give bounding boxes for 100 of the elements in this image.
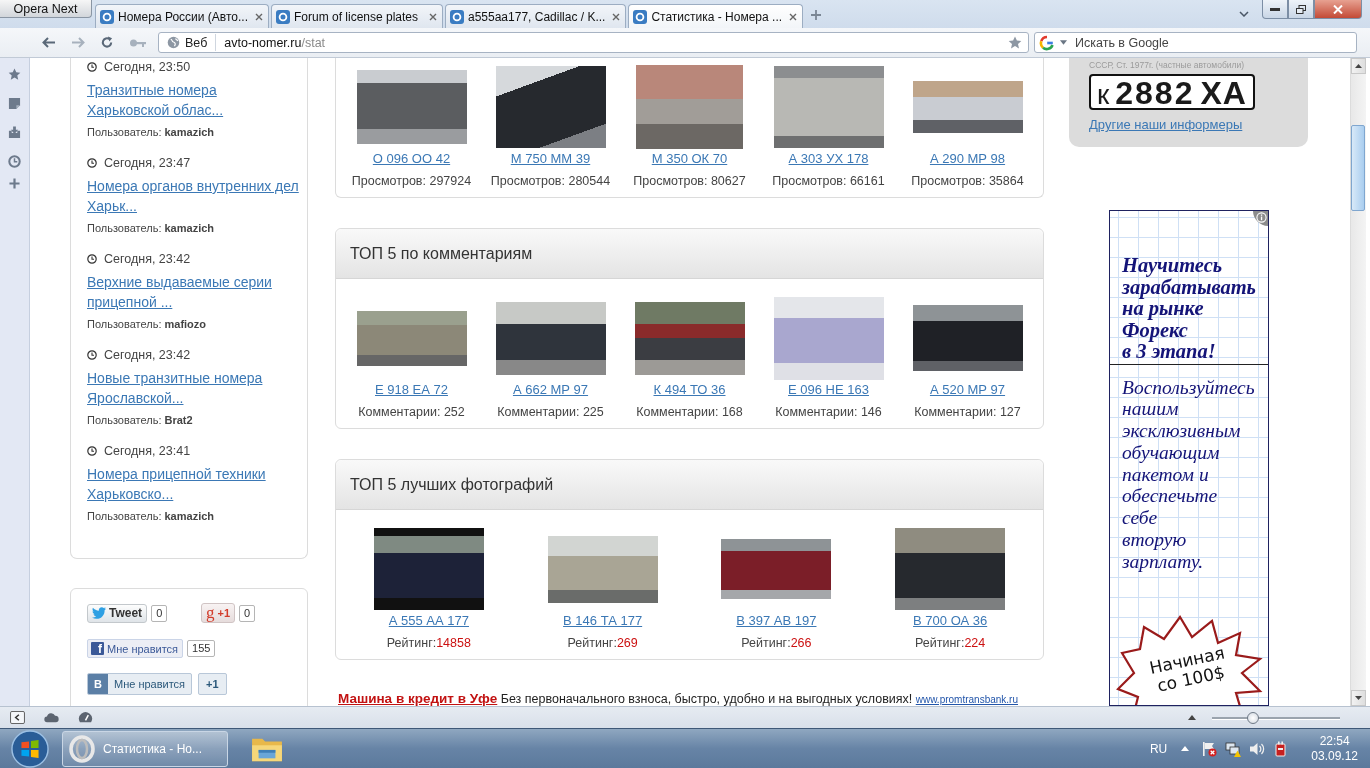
panel-toggle-icon[interactable]	[10, 711, 25, 724]
ad-url-link[interactable]: www.promtransbank.ru	[915, 694, 1018, 705]
reload-icon[interactable]	[100, 36, 114, 49]
caret-icon[interactable]	[1239, 11, 1249, 17]
banner-headline: Научитесь зарабатывать на рынке Форекс в 3 этапа!	[1122, 255, 1257, 363]
stat-count: Просмотров: 80627	[633, 173, 746, 190]
back-arrow-icon[interactable]	[42, 36, 56, 49]
download-tray-icon[interactable]	[8, 126, 21, 139]
stat-count: Просмотров: 35864	[911, 173, 1024, 190]
plus-icon[interactable]	[811, 10, 822, 20]
scroll-up-button[interactable]	[1351, 58, 1366, 74]
plate-link[interactable]: К 494 ТО 36	[653, 381, 726, 399]
clock-icon[interactable]	[8, 155, 21, 168]
web-mode-button[interactable]: Веб	[167, 34, 217, 51]
stat-count: Комментарии: 146	[775, 404, 882, 421]
scroll-down-button[interactable]	[1351, 690, 1366, 706]
photo-placeholder[interactable]	[495, 66, 606, 148]
photo-placeholder[interactable]	[912, 305, 1023, 371]
language-indicator[interactable]: RU	[1149, 741, 1168, 756]
license-plate: к 2882 ХА	[1089, 74, 1255, 110]
plate-link[interactable]: В 700 ОА 36	[913, 612, 988, 630]
plus-icon[interactable]	[9, 178, 20, 189]
plate-link[interactable]: А 290 МР 98	[929, 150, 1006, 168]
ring-icon	[69, 734, 95, 763]
cloud-icon[interactable]	[44, 711, 59, 724]
stat-count: Просмотров: 297924	[351, 173, 472, 190]
ad-link[interactable]: Машина в кредит в Уфе	[338, 691, 498, 706]
zoom-slider[interactable]	[1212, 711, 1340, 724]
banner-body: Воспользуйтесь нашим эксклюзивным обучающим пакетом и обеспечьте себе вторую зарплату.	[1121, 375, 1256, 573]
triangle-up-icon	[1355, 64, 1362, 68]
star-icon[interactable]	[8, 68, 21, 81]
close-icon[interactable]	[789, 12, 798, 21]
plate-link[interactable]: Е 096 НЕ 163	[788, 381, 869, 399]
post-link[interactable]: Транзитные номера Харьковской облас...	[87, 80, 301, 120]
bookmark-star-icon[interactable]	[1008, 36, 1022, 49]
scrollbar-thumb[interactable]	[1351, 125, 1365, 211]
search-field[interactable]: Искать в Google	[1034, 32, 1357, 53]
post-author: Пользователь: kamazich	[87, 125, 216, 140]
zoom-slider-thumb[interactable]	[1246, 711, 1259, 724]
post-link[interactable]: Номера органов внутренних дел Харьк...	[87, 176, 301, 216]
clock-date[interactable]: 03.09.12	[1311, 748, 1358, 764]
post-link[interactable]: Верхние выдаваемые серии прицепной ...	[87, 272, 301, 312]
ad-banner[interactable]: Научитесь зарабатывать на рынке Форекс в 3 этапа! Воспользуйтесь нашим эксклюзивным обучающим пакетом и обеспечьте себе вторую зарплату. Начиная со 100$	[1109, 210, 1269, 706]
opera-menu-button[interactable]: Opera Next	[0, 0, 92, 18]
share-count: 0	[239, 604, 256, 622]
site-icon	[276, 9, 290, 24]
informer-link[interactable]: Другие наши информеры	[1089, 117, 1298, 133]
speedometer-icon[interactable]	[78, 711, 93, 724]
browser-tab[interactable]: Forum of license plates	[271, 4, 443, 28]
triangle-up-icon[interactable]	[1188, 715, 1196, 720]
maximize-button[interactable]	[1288, 0, 1314, 19]
close-button[interactable]	[1314, 0, 1362, 19]
photo-placeholder[interactable]	[634, 301, 745, 375]
close-icon[interactable]	[255, 12, 263, 21]
plate-link[interactable]: А 520 МР 97	[929, 381, 1006, 399]
photo-placeholder[interactable]	[495, 301, 606, 375]
clock-icon	[87, 350, 97, 360]
note-icon[interactable]	[8, 97, 21, 110]
close-icon[interactable]	[612, 12, 621, 21]
plate-link[interactable]: В 397 АВ 197	[736, 612, 817, 630]
plate-link[interactable]: В 146 ТА 177	[563, 612, 643, 630]
ad-text: Машина в кредит в Уфе Без первоначального взноса, быстро, удобно и на выгодных условиях! www.promtransbank.ru	[337, 691, 1019, 706]
close-icon[interactable]	[429, 12, 437, 21]
scrollbar-track[interactable]	[1350, 58, 1366, 706]
triangle-up-icon[interactable]	[1181, 746, 1190, 751]
plate-link[interactable]: А 303 УХ 178	[788, 150, 869, 168]
photo-placeholder[interactable]	[373, 528, 484, 610]
clock-time[interactable]: 22:54	[1319, 733, 1350, 749]
post-link[interactable]: Новые транзитные номера Ярославской...	[87, 368, 301, 408]
flag-icon[interactable]	[1201, 740, 1218, 757]
taskbar-task-button[interactable]: Статистика - Но...	[62, 730, 228, 767]
photo-placeholder[interactable]	[547, 535, 658, 603]
browser-tab[interactable]: Статистика - Номера ...	[628, 4, 804, 28]
clock-icon	[87, 62, 97, 72]
plate-link[interactable]: М 750 ММ 39	[510, 150, 591, 168]
like-button[interactable]: В Мне нравится	[87, 673, 193, 695]
plate-link[interactable]: А 555 АА 177	[388, 612, 469, 630]
multicolor-g-icon[interactable]	[1039, 34, 1055, 51]
share-count: 0	[151, 604, 168, 622]
like-button[interactable]: f Мне нравится	[87, 639, 184, 658]
post-link[interactable]: Номера прицепной техники Харьковско...	[87, 464, 301, 504]
speaker-icon[interactable]	[1249, 740, 1266, 757]
caret-icon[interactable]	[1060, 40, 1067, 45]
rating-label: Рейтинг:	[567, 636, 617, 650]
tweet-button[interactable]: Tweet	[87, 603, 148, 623]
plus-one-button[interactable]: g +1	[201, 603, 236, 623]
plate-link[interactable]: О 096 ОО 42	[372, 150, 451, 168]
network-icon[interactable]	[1225, 740, 1242, 757]
plate-link[interactable]: Е 918 ЕА 72	[375, 381, 448, 399]
photo-placeholder[interactable]	[356, 310, 467, 366]
post-author: Пользователь: mafiozo	[87, 317, 208, 332]
plate-link[interactable]: А 662 МР 97	[512, 381, 589, 399]
address-field[interactable]: Веб avto-nomer.ru/stat	[158, 32, 1029, 53]
plate-link[interactable]: М 350 ОК 70	[651, 150, 728, 168]
browser-tab[interactable]: a555aa177, Cadillac / K...	[445, 4, 627, 28]
post-time: Сегодня, 23:41	[104, 444, 191, 458]
browser-tab[interactable]: Номера России (Авто...	[95, 4, 269, 28]
info-icon[interactable]	[1253, 211, 1268, 226]
url-text[interactable]: avto-nomer.ru/stat	[224, 35, 1008, 50]
minimize-button[interactable]	[1262, 0, 1288, 19]
